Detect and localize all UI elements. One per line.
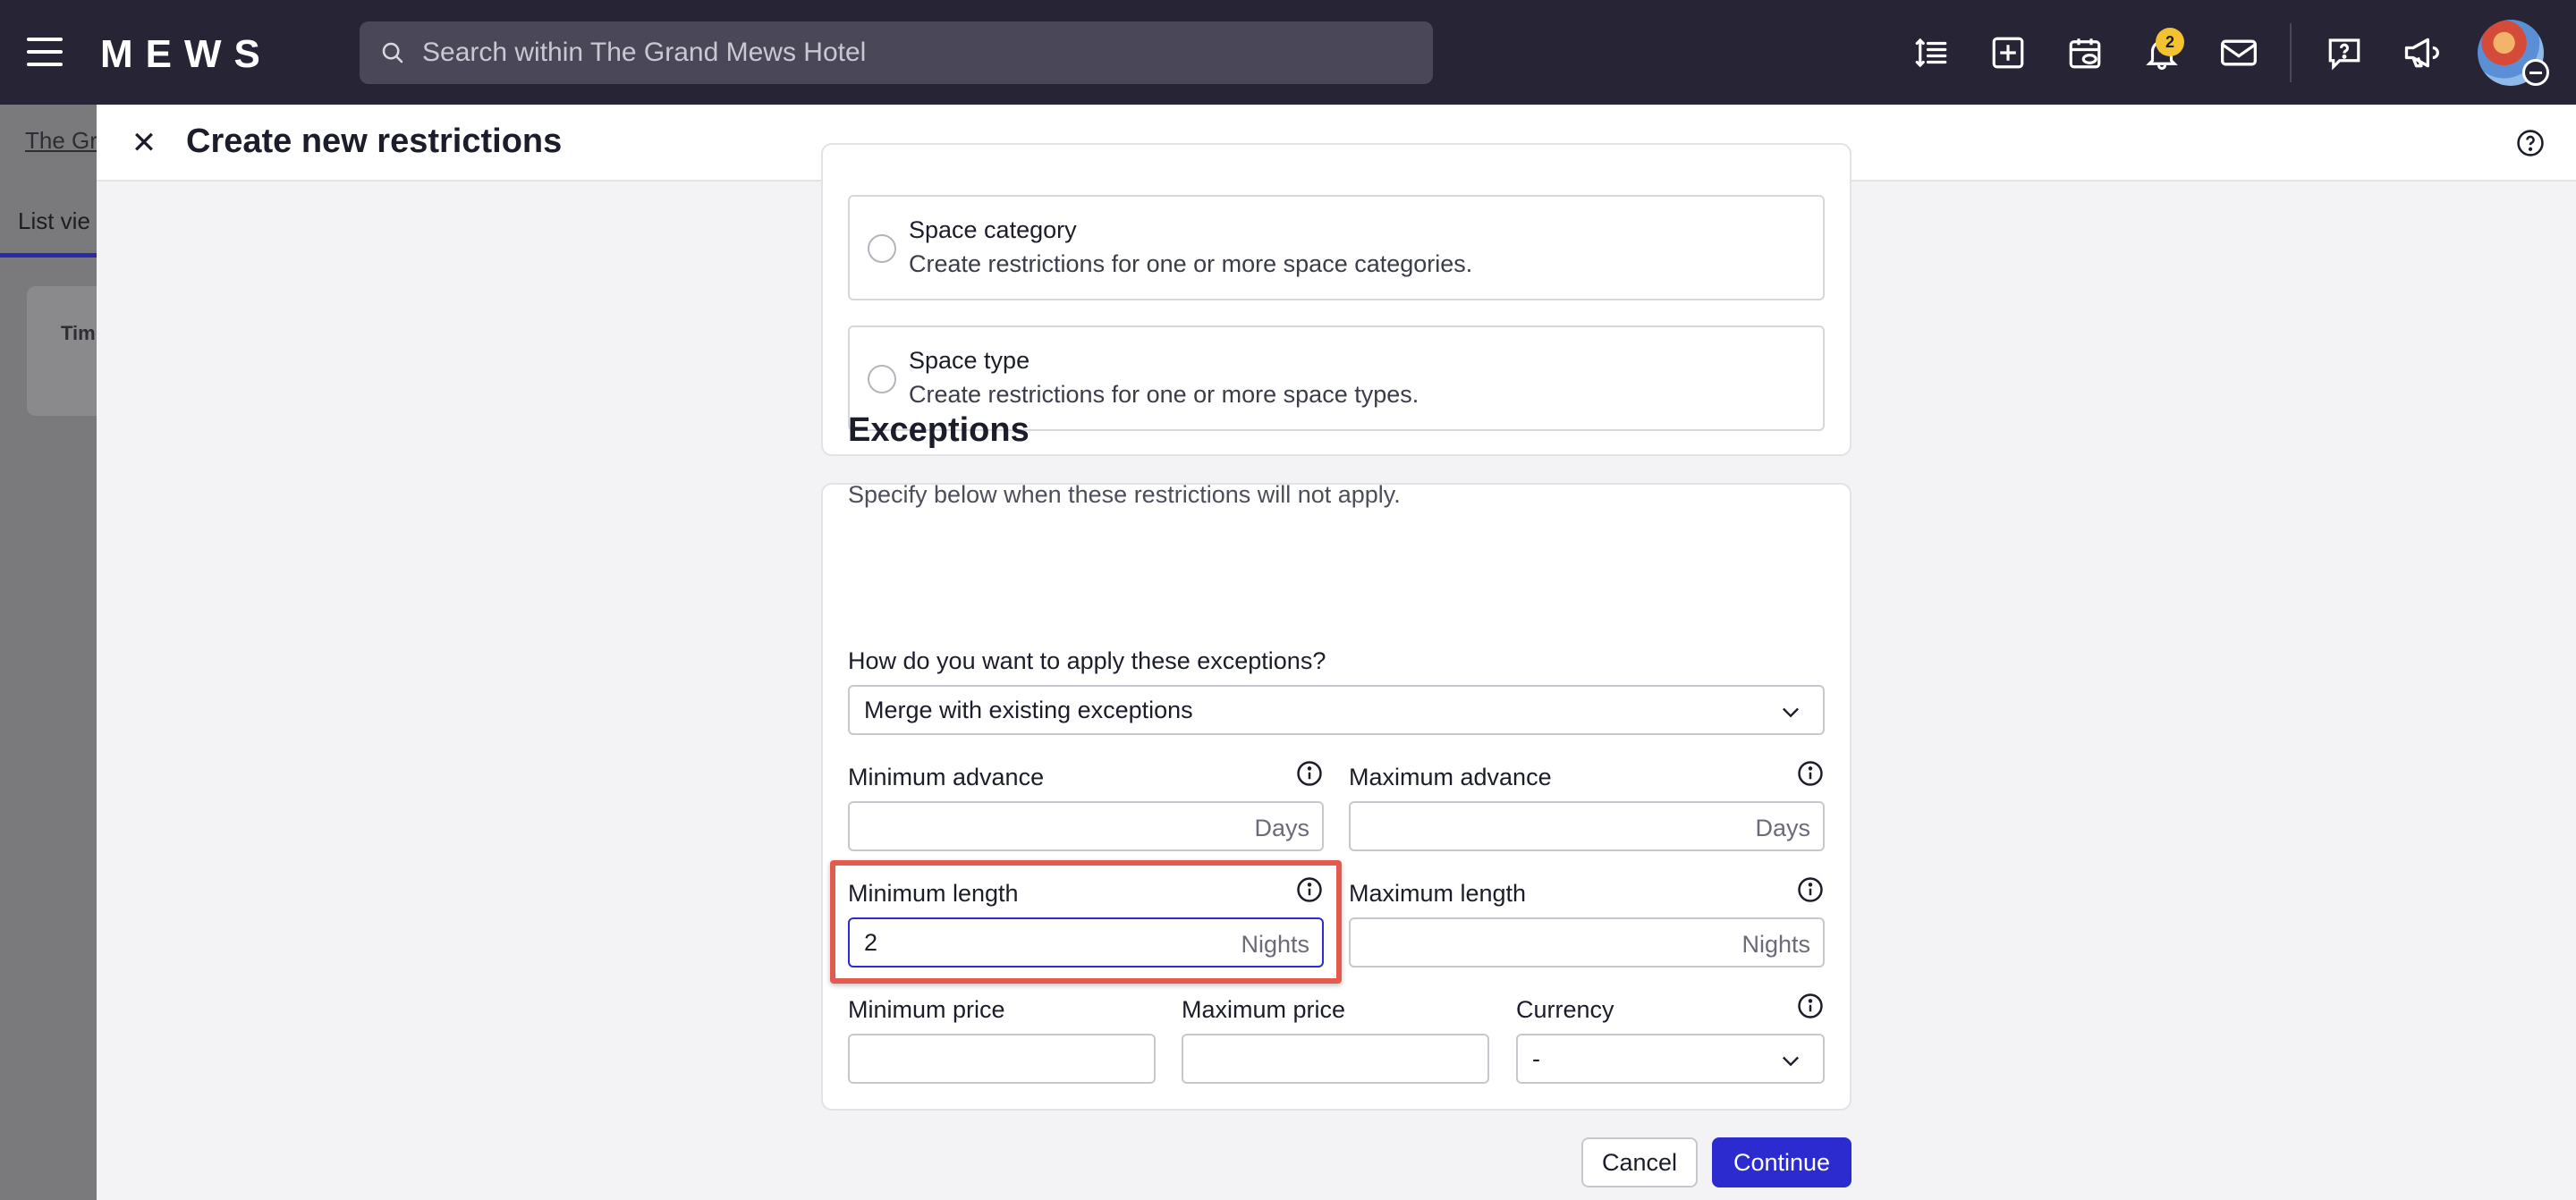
- mail-icon[interactable]: [2218, 32, 2259, 73]
- minimum-advance-label: Minimum advance: [848, 764, 1045, 790]
- apply-exceptions-label: How do you want to apply these exception…: [848, 647, 1326, 674]
- chevron-down-icon: [1783, 707, 1799, 718]
- currency-label: Currency: [1516, 996, 1614, 1023]
- maximum-advance-input[interactable]: Days: [1349, 801, 1825, 851]
- option-description: Create restrictions for one or more spac…: [909, 381, 1419, 408]
- info-icon[interactable]: [1296, 876, 1323, 903]
- continue-button[interactable]: Continue: [1712, 1137, 1852, 1187]
- nights-unit-label: Nights: [1741, 931, 1810, 958]
- minimum-advance-input[interactable]: Days: [848, 801, 1324, 851]
- dialog-title: Create new restrictions: [186, 123, 563, 160]
- help-chat-icon[interactable]: [2324, 32, 2365, 73]
- info-icon[interactable]: [1797, 876, 1824, 903]
- exceptions-title: Exceptions: [848, 411, 1030, 449]
- menu-icon[interactable]: [27, 38, 63, 66]
- nights-unit-label: Nights: [1241, 931, 1309, 958]
- space-type-radio[interactable]: [868, 365, 896, 393]
- exceptions-description: Specify below when these restrictions wi…: [848, 481, 1401, 508]
- option-title: Space category: [909, 216, 1077, 243]
- sort-lines-icon[interactable]: [1911, 32, 1952, 73]
- close-icon[interactable]: ✕: [129, 126, 159, 160]
- mews-logo[interactable]: MEWS: [100, 32, 273, 77]
- active-tab-indicator: [0, 253, 98, 258]
- add-icon[interactable]: [1987, 32, 2029, 73]
- maximum-advance-label: Maximum advance: [1349, 764, 1552, 790]
- space-category-radio[interactable]: [868, 234, 896, 263]
- option-description: Create restrictions for one or more spac…: [909, 250, 1473, 277]
- currency-value: -: [1532, 1044, 1540, 1072]
- days-unit-label: Days: [1254, 815, 1309, 841]
- apply-exceptions-select[interactable]: Merge with existing exceptions: [848, 685, 1825, 735]
- option-space-category[interactable]: Space category Create restrictions for o…: [848, 195, 1825, 300]
- global-search[interactable]: [360, 21, 1433, 84]
- minimum-price-input[interactable]: [848, 1034, 1156, 1084]
- minimum-length-input[interactable]: 2 Nights: [848, 917, 1324, 968]
- help-icon[interactable]: [2515, 128, 2546, 158]
- info-icon[interactable]: [1296, 760, 1323, 787]
- chevron-down-icon: [1783, 1056, 1799, 1067]
- maximum-price-input[interactable]: [1182, 1034, 1489, 1084]
- maximum-price-label: Maximum price: [1182, 996, 1346, 1023]
- minimum-price-label: Minimum price: [848, 996, 1005, 1023]
- notification-count-badge: 2: [2156, 28, 2184, 56]
- background-card-label: Tim: [61, 322, 96, 344]
- tab-list-view: List vie: [18, 207, 90, 234]
- option-title: Space type: [909, 347, 1030, 374]
- info-icon[interactable]: [1797, 993, 1824, 1019]
- apply-exceptions-value: Merge with existing exceptions: [864, 696, 1193, 723]
- search-input[interactable]: [422, 38, 1406, 68]
- maximum-length-input[interactable]: Nights: [1349, 917, 1825, 968]
- cancel-button[interactable]: Cancel: [1581, 1137, 1698, 1187]
- topbar-divider: [2290, 23, 2292, 82]
- search-icon: [382, 42, 403, 63]
- breadcrumb: The Gr: [25, 127, 97, 154]
- avatar-status-indicator: [2522, 59, 2549, 86]
- minimum-length-value: 2: [864, 928, 878, 956]
- days-unit-label: Days: [1755, 815, 1810, 841]
- minimum-length-label: Minimum length: [848, 880, 1019, 907]
- top-navigation-bar: MEWS 2: [0, 0, 2576, 105]
- maximum-length-label: Maximum length: [1349, 880, 1527, 907]
- info-icon[interactable]: [1797, 760, 1824, 787]
- calendar-view-icon[interactable]: [2064, 32, 2106, 73]
- currency-select[interactable]: -: [1516, 1034, 1825, 1084]
- announcements-megaphone-icon[interactable]: [2401, 32, 2442, 73]
